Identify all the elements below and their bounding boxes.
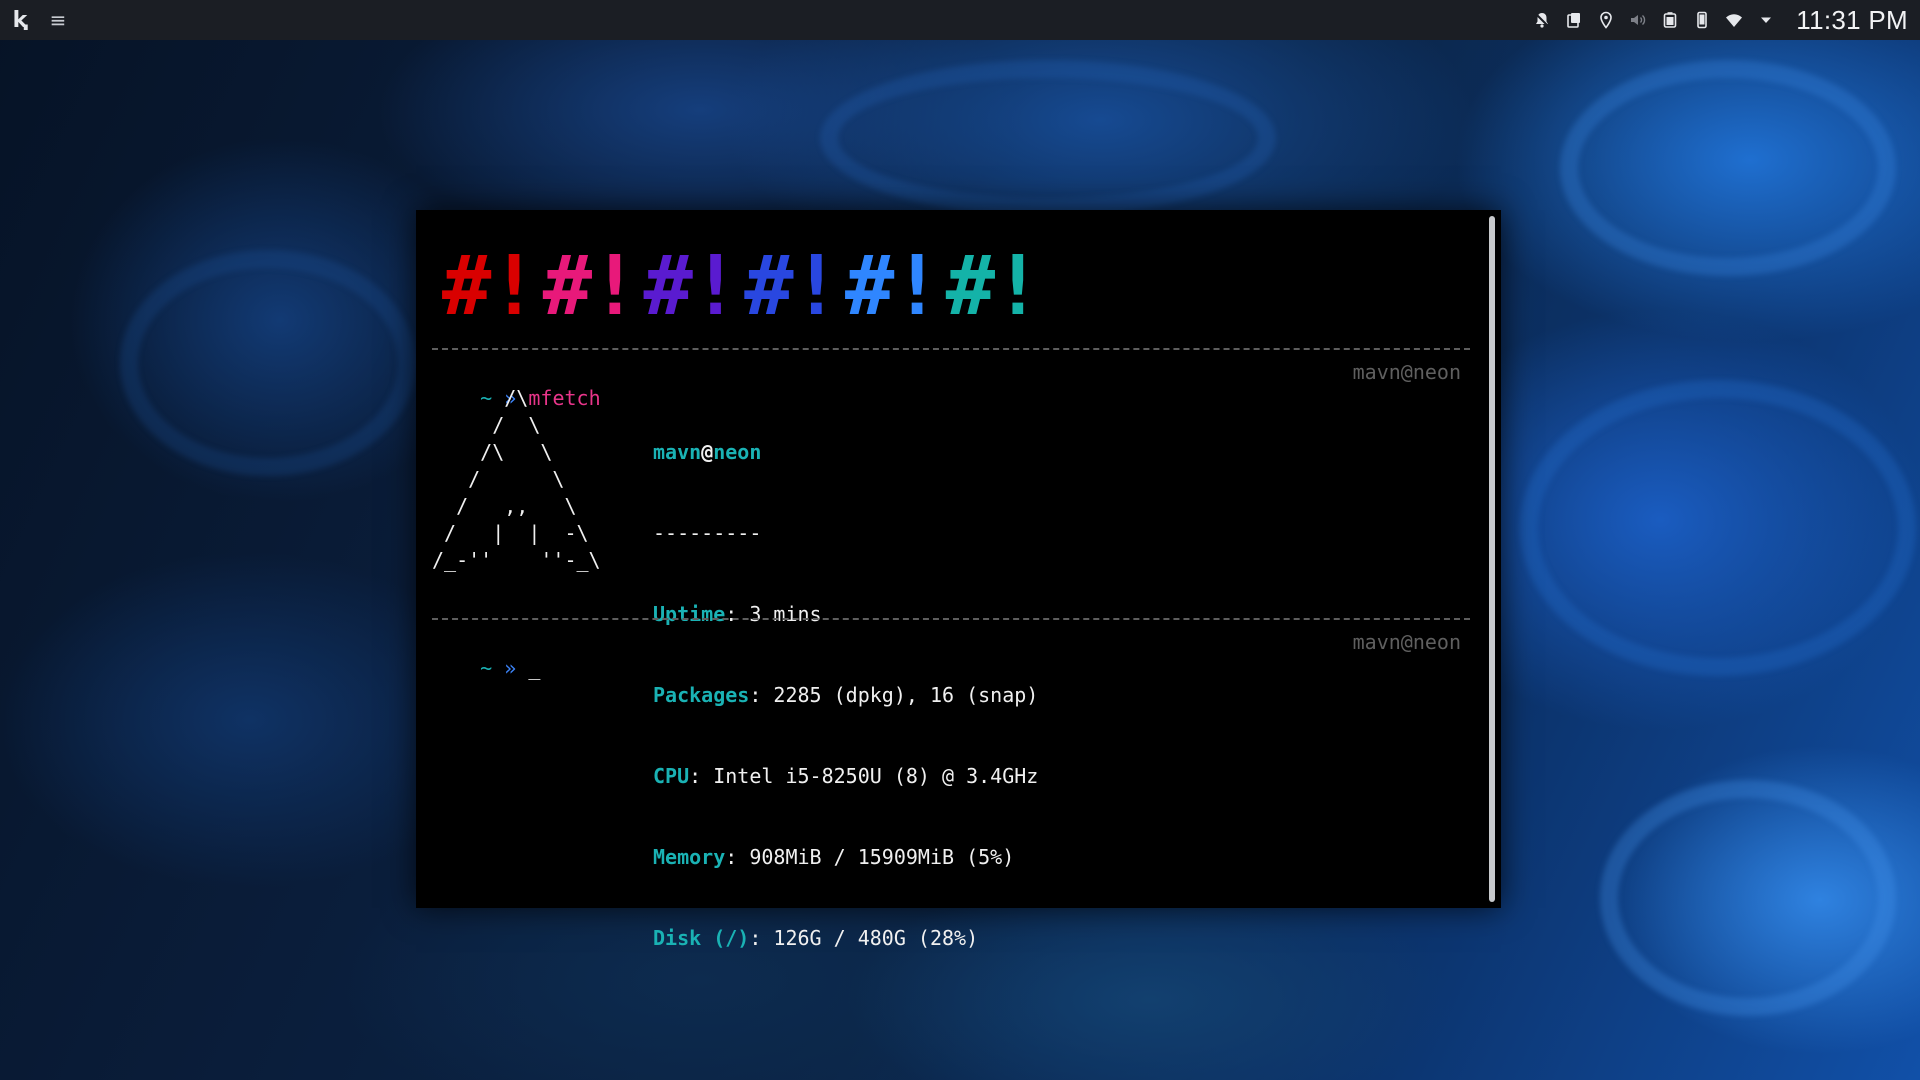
wallpaper-swirl bbox=[1600, 780, 1896, 1016]
info-row-disk: Disk (/): 126G / 480G (28%) bbox=[653, 925, 1038, 952]
top-panel: ⱪ ≡ 11:31 PM bbox=[0, 0, 1920, 40]
info-value: : 126G / 480G (28%) bbox=[749, 926, 979, 950]
battery-icon[interactable] bbox=[1654, 0, 1686, 40]
info-key: CPU bbox=[653, 764, 690, 788]
info-key: Disk (/) bbox=[653, 926, 750, 950]
info-host: neon bbox=[713, 440, 762, 464]
info-row-memory: Memory: 908MiB / 15909MiB (5%) bbox=[653, 844, 1038, 871]
info-row-uptime: Uptime: 3 mins bbox=[653, 601, 1038, 628]
wallpaper-swirl bbox=[1520, 380, 1916, 676]
tray-expand-icon[interactable] bbox=[1750, 0, 1782, 40]
clipboard-icon[interactable] bbox=[1558, 0, 1590, 40]
banner-segment: #! bbox=[442, 239, 539, 334]
banner-segment: #! bbox=[845, 239, 942, 334]
info-key: Packages bbox=[653, 683, 750, 707]
info-row-cpu: CPU: Intel i5-8250U (8) @ 3.4GHz bbox=[653, 763, 1038, 790]
banner-segment: #! bbox=[945, 239, 1043, 334]
terminal-window[interactable]: #! #! #! #! #! #! ~ » mfetch mavn@neon /… bbox=[416, 210, 1501, 950]
neon-ascii-logo: /\ / \ /\ \ / \ / ,, \ / | | -\ /_-'' ''… bbox=[432, 386, 601, 572]
phone-icon[interactable] bbox=[1686, 0, 1718, 40]
prompt-arrow: » bbox=[504, 656, 517, 680]
banner-segment: #! bbox=[744, 239, 841, 334]
info-separator: --------- bbox=[653, 521, 762, 545]
info-key: Uptime bbox=[653, 602, 726, 626]
text-cursor: _ bbox=[528, 656, 541, 680]
prompt-line-active[interactable]: ~ » _ bbox=[432, 628, 540, 709]
system-tray: 11:31 PM bbox=[1526, 0, 1920, 40]
info-value: : 908MiB / 15909MiB (5%) bbox=[725, 845, 1015, 869]
volume-icon[interactable] bbox=[1622, 0, 1654, 40]
location-icon[interactable] bbox=[1590, 0, 1622, 40]
system-info: mavn@neon --------- Uptime: 3 mins Packa… bbox=[653, 385, 1038, 1006]
wallpaper-swirl bbox=[120, 250, 416, 476]
panel-left-group: ⱪ ≡ bbox=[0, 0, 76, 40]
notification-bell-icon[interactable] bbox=[1526, 0, 1558, 40]
dashed-divider bbox=[432, 618, 1470, 620]
info-value: : 2285 (dpkg), 16 (snap) bbox=[749, 683, 1039, 707]
terminal-scrollbar[interactable] bbox=[1489, 216, 1495, 902]
wallpaper-swirl bbox=[1560, 60, 1896, 276]
kde-launcher-icon[interactable]: ⱪ bbox=[0, 0, 40, 40]
hashbang-banner: #! #! #! #! #! #! bbox=[442, 239, 1043, 334]
banner-segment: #! bbox=[643, 239, 741, 334]
info-key: Memory bbox=[653, 845, 726, 869]
dashed-divider bbox=[432, 348, 1470, 350]
info-title: mavn@neon bbox=[653, 439, 1038, 466]
info-value: : 3 mins bbox=[725, 602, 822, 626]
banner-segment: #! bbox=[542, 239, 640, 334]
prompt-tilde: ~ bbox=[480, 656, 493, 680]
wallpaper-swirl bbox=[820, 60, 1276, 216]
info-row-packages: Packages: 2285 (dpkg), 16 (snap) bbox=[653, 682, 1038, 709]
right-prompt-host: mavn@neon bbox=[1352, 630, 1461, 654]
wifi-icon[interactable] bbox=[1718, 0, 1750, 40]
info-at: @ bbox=[701, 440, 714, 464]
clock[interactable]: 11:31 PM bbox=[1796, 5, 1908, 36]
hamburger-menu-icon[interactable]: ≡ bbox=[40, 0, 76, 40]
right-prompt-host: mavn@neon bbox=[1352, 360, 1461, 384]
info-value: : Intel i5-8250U (8) @ 3.4GHz bbox=[689, 764, 1039, 788]
info-user: mavn bbox=[653, 440, 702, 464]
